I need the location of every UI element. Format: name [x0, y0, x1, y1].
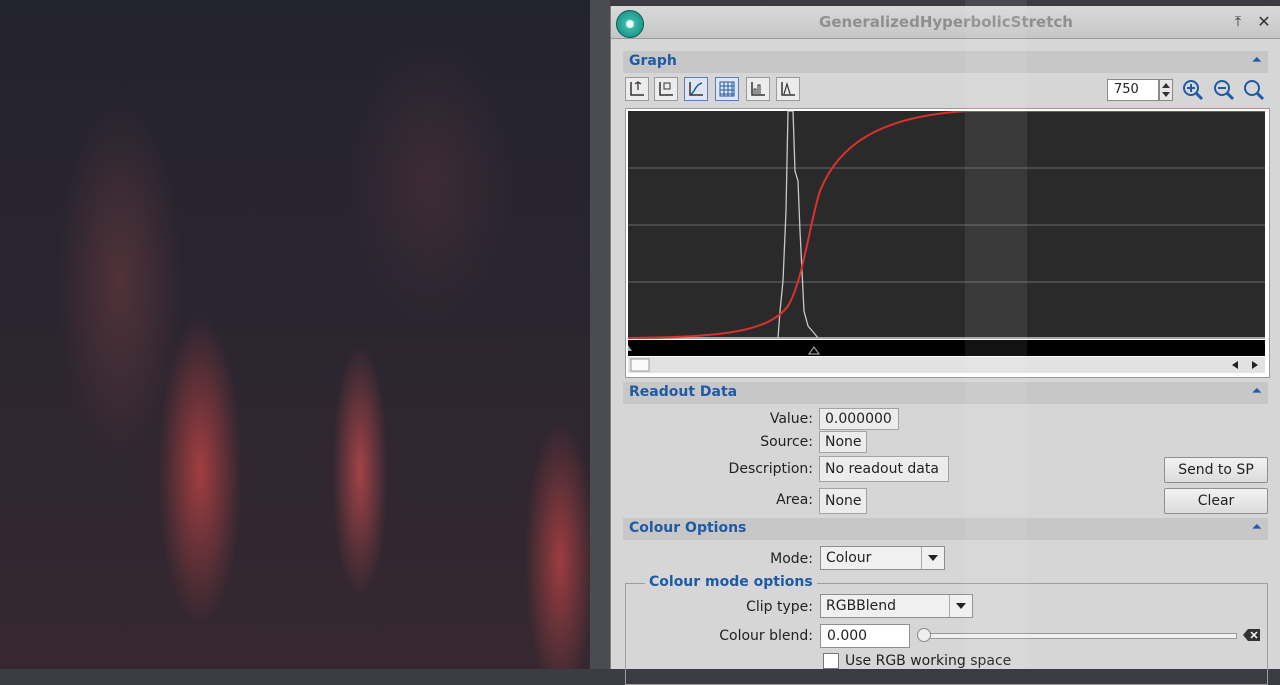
zoom-out-icon[interactable]	[1212, 78, 1236, 102]
window-title: GeneralizedHyperbolicStretch	[819, 13, 1073, 31]
area-label: Area:	[776, 492, 813, 508]
mode-combo-value: Colour	[826, 550, 872, 566]
colour-options-section-label: Colour Options	[629, 520, 747, 536]
readout-section-label: Readout Data	[629, 384, 738, 400]
curve-toggle-button[interactable]	[684, 77, 708, 101]
area-field: None	[819, 488, 867, 514]
graph-section-header[interactable]: Graph ⏶	[623, 51, 1268, 73]
log-histogram-toggle-button[interactable]	[776, 77, 800, 101]
readout-section-header[interactable]: Readout Data ⏶	[623, 382, 1268, 404]
close-icon[interactable]: ✕	[1255, 13, 1273, 31]
colour-blend-slider[interactable]	[923, 633, 1237, 639]
description-field: No readout data	[819, 456, 949, 482]
use-rgb-working-space-label: Use RGB working space	[845, 653, 1012, 669]
zoom-fit-icon[interactable]	[1242, 78, 1266, 102]
use-rgb-working-space-checkbox[interactable]	[823, 653, 839, 669]
graph-area[interactable]	[625, 108, 1270, 378]
clip-type-combo[interactable]: RGBBlend	[820, 594, 973, 618]
process-window: GeneralizedHyperbolicStretch ⤒ ✕ Graph ⏶…	[610, 6, 1280, 685]
chevron-down-icon[interactable]	[949, 595, 972, 617]
histogram-toggle-button[interactable]	[746, 77, 770, 101]
grid-toggle-button[interactable]	[715, 77, 739, 101]
source-field: None	[819, 431, 867, 453]
title-bar[interactable]: GeneralizedHyperbolicStretch ⤒ ✕	[611, 6, 1280, 39]
collapse-icon[interactable]: ⏶	[1252, 520, 1262, 535]
zoom-spinner[interactable]	[1159, 79, 1173, 101]
pin-icon[interactable]: ⤒	[1229, 13, 1247, 31]
stretch-graph[interactable]	[628, 111, 1265, 373]
clip-type-label: Clip type:	[746, 599, 813, 615]
clear-button[interactable]: Clear	[1164, 488, 1268, 514]
graph-scrollbar	[628, 357, 1265, 373]
scrollbar-thumb	[630, 358, 650, 372]
clip-type-value: RGBBlend	[826, 598, 897, 614]
gradient-bar	[628, 340, 1265, 356]
pan-tool-button[interactable]	[625, 77, 649, 101]
zoom-in-icon[interactable]	[1181, 78, 1205, 102]
colour-blend-slider-handle[interactable]	[917, 628, 931, 642]
value-label: Value:	[769, 411, 813, 427]
edit-tool-button[interactable]	[654, 77, 678, 101]
graph-section-label: Graph	[629, 53, 677, 69]
mode-label: Mode:	[770, 551, 813, 567]
colour-options-section-header[interactable]: Colour Options ⏶	[623, 518, 1268, 540]
workspace-gap	[590, 0, 610, 669]
image-view[interactable]	[0, 0, 596, 669]
source-label: Source:	[760, 434, 813, 450]
collapse-icon[interactable]: ⏶	[1252, 384, 1262, 399]
colour-mode-options-title: Colour mode options	[645, 574, 817, 590]
send-to-sp-button[interactable]: Send to SP	[1164, 457, 1268, 483]
zoom-input[interactable]: 750	[1107, 79, 1159, 101]
colour-blend-input[interactable]: 0.000	[820, 624, 910, 648]
mode-combo[interactable]: Colour	[820, 546, 945, 570]
value-field: 0.000000	[819, 408, 899, 430]
colour-blend-label: Colour blend:	[719, 628, 813, 644]
reset-icon[interactable]	[1243, 628, 1261, 642]
collapse-icon[interactable]: ⏶	[1252, 53, 1262, 68]
description-label: Description:	[728, 461, 813, 477]
chevron-down-icon[interactable]	[921, 547, 944, 569]
